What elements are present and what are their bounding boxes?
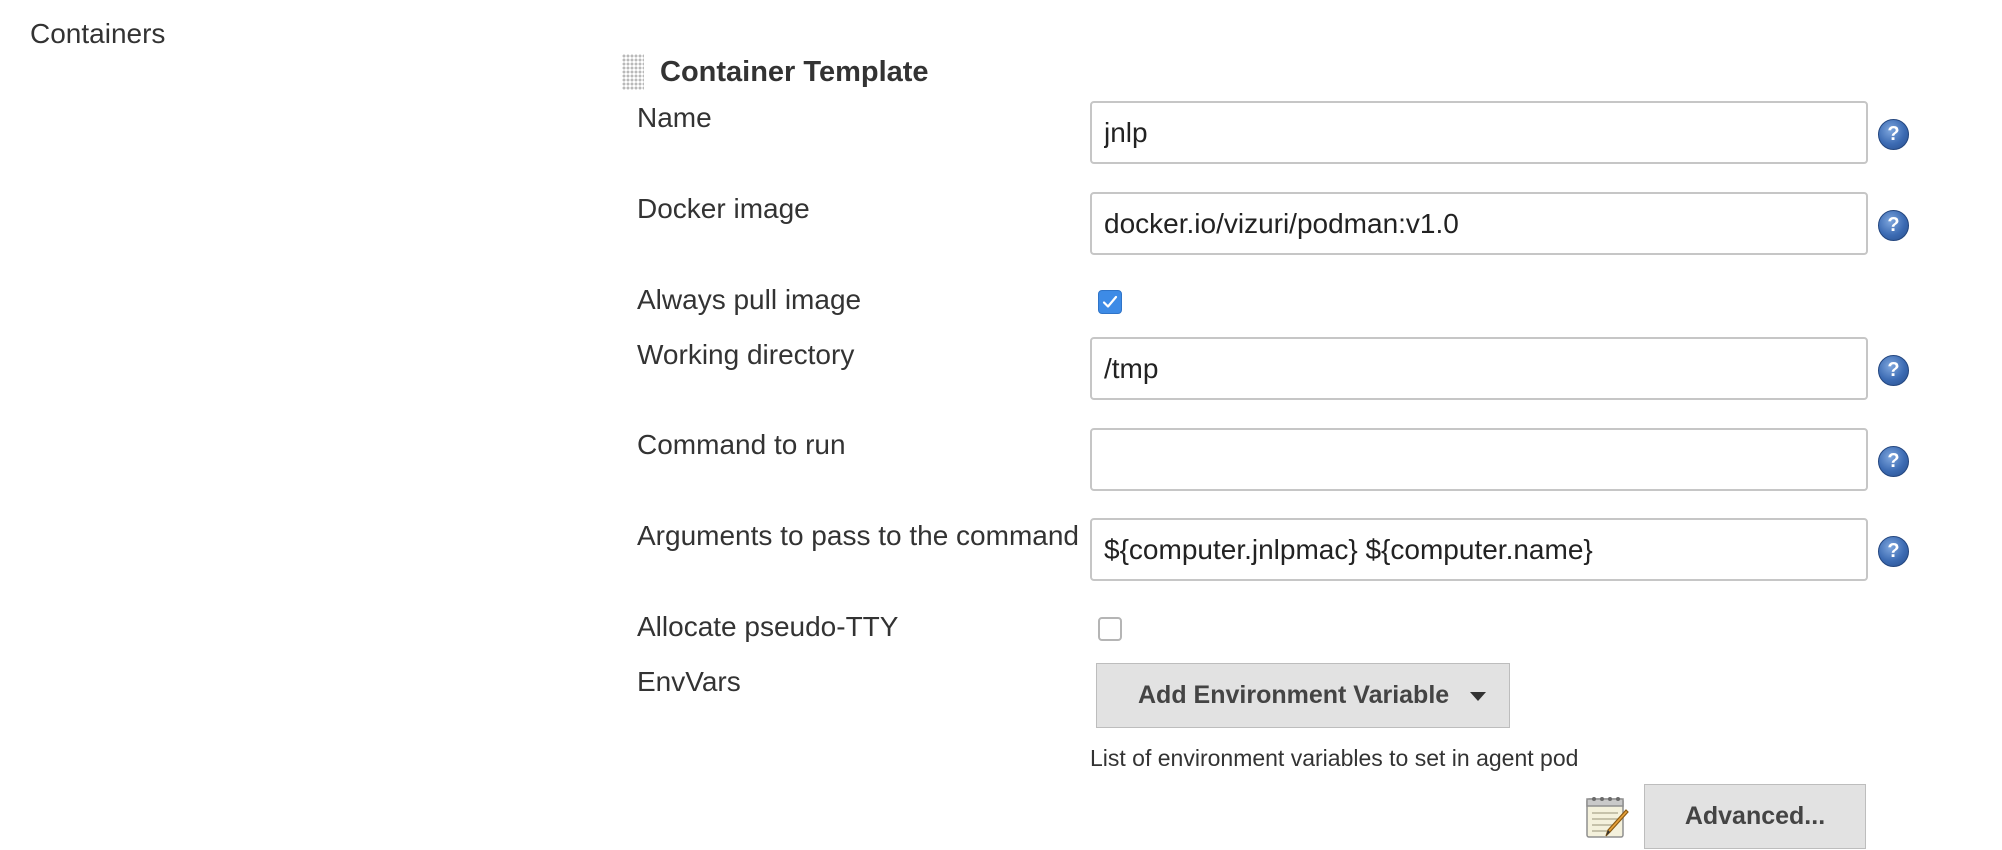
docker-image-help-icon[interactable]: ?	[1878, 210, 1909, 241]
section-label-containers: Containers	[30, 18, 166, 49]
arguments-input[interactable]	[1090, 518, 1868, 581]
name-input[interactable]	[1090, 101, 1868, 164]
allocate-pseudo-tty-checkbox[interactable]	[1098, 617, 1122, 641]
working-directory-label: Working directory	[637, 339, 855, 370]
container-template-header: Container Template	[622, 52, 929, 92]
command-to-run-input[interactable]	[1090, 428, 1868, 491]
add-environment-variable-button[interactable]: Add Environment Variable	[1096, 663, 1510, 728]
env-vars-label: EnvVars	[637, 666, 741, 697]
checkmark-icon	[1102, 295, 1118, 308]
env-vars-hint: List of environment variables to set in …	[1090, 745, 1579, 771]
add-environment-variable-label: Add Environment Variable	[1138, 681, 1450, 709]
name-label: Name	[637, 102, 712, 133]
page: Containers Container Template Name ? Doc…	[0, 0, 2002, 850]
drag-handle-icon[interactable]	[622, 54, 644, 90]
allocate-pseudo-tty-label: Allocate pseudo-TTY	[637, 611, 899, 642]
arguments-help-icon[interactable]: ?	[1878, 536, 1909, 567]
chevron-down-icon	[1470, 692, 1486, 701]
docker-image-label: Docker image	[637, 193, 810, 224]
name-help-icon[interactable]: ?	[1878, 119, 1909, 150]
always-pull-image-label: Always pull image	[637, 284, 862, 315]
container-template-title: Container Template	[660, 55, 929, 88]
command-to-run-help-icon[interactable]: ?	[1878, 446, 1909, 477]
always-pull-image-checkbox[interactable]	[1098, 290, 1122, 314]
working-directory-help-icon[interactable]: ?	[1878, 355, 1909, 386]
docker-image-input[interactable]	[1090, 192, 1868, 255]
arguments-label: Arguments to pass to the command	[637, 520, 1079, 551]
notepad-icon[interactable]	[1584, 794, 1632, 840]
working-directory-input[interactable]	[1090, 337, 1868, 400]
command-to-run-label: Command to run	[637, 429, 846, 460]
advanced-button[interactable]: Advanced...	[1644, 784, 1866, 849]
